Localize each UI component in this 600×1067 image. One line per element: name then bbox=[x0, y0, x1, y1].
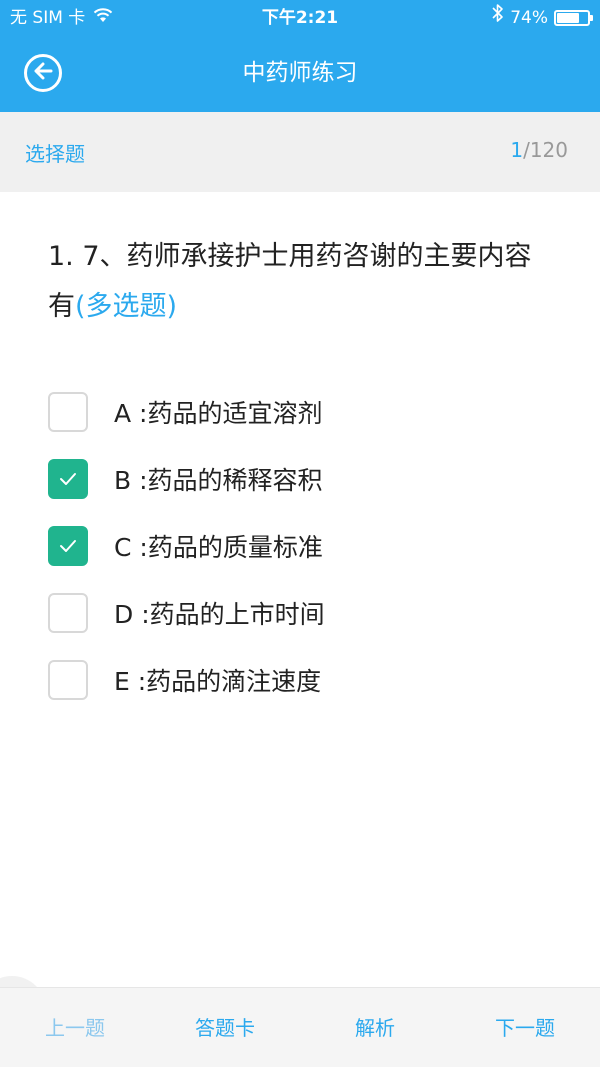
next-question-button[interactable]: 下一题 bbox=[450, 988, 600, 1067]
option-e-label: E :药品的滴注速度 bbox=[114, 666, 322, 696]
option-d-checkbox[interactable] bbox=[48, 592, 88, 633]
app-header: 无 SIM 卡 下午2:21 74% 中药师练习 bbox=[0, 0, 600, 112]
option-d[interactable]: D :药品的上市时间 bbox=[48, 579, 568, 646]
question-text: 1. 7、药师承接护士用药咨谢的主要内容有(多选题) bbox=[48, 232, 558, 332]
bottom-toolbar: 上一题 答题卡 解析 下一题 bbox=[0, 987, 600, 1067]
question-type-bar: 选择题 1/120 bbox=[0, 112, 600, 192]
checkmark-icon bbox=[60, 472, 76, 485]
page-title: 中药师练习 bbox=[242, 60, 358, 86]
answer-card-button[interactable]: 答题卡 bbox=[150, 988, 300, 1067]
checkmark-icon bbox=[60, 539, 76, 552]
option-e[interactable]: E :药品的滴注速度 bbox=[48, 646, 568, 713]
option-b-label: B :药品的稀释容积 bbox=[114, 465, 323, 495]
option-a-label: A :药品的适宜溶剂 bbox=[114, 398, 323, 428]
explanation-button[interactable]: 解析 bbox=[300, 988, 450, 1067]
option-b[interactable]: B :药品的稀释容积 bbox=[48, 445, 568, 512]
battery-percent: 74% bbox=[510, 8, 548, 28]
total-questions: /120 bbox=[523, 138, 568, 162]
option-a[interactable]: A :药品的适宜溶剂 bbox=[48, 378, 568, 445]
option-c[interactable]: C :药品的质量标准 bbox=[48, 512, 568, 579]
option-b-checkbox[interactable] bbox=[48, 458, 88, 499]
status-right: 74% bbox=[492, 0, 593, 36]
question-progress: 1/120 bbox=[510, 138, 568, 162]
current-question-number: 1 bbox=[510, 138, 524, 162]
option-c-checkbox[interactable] bbox=[48, 525, 88, 566]
option-e-checkbox[interactable] bbox=[48, 659, 88, 700]
status-bar: 无 SIM 卡 下午2:21 74% bbox=[0, 0, 600, 36]
option-d-label: D :药品的上市时间 bbox=[114, 599, 325, 629]
option-c-label: C :药品的质量标准 bbox=[114, 532, 323, 562]
question-tag: (多选题) bbox=[75, 291, 178, 322]
options-list: A :药品的适宜溶剂 B :药品的稀释容积 C :药品的质量标准 D :药品的上… bbox=[48, 378, 568, 713]
question-type-label: 选择题 bbox=[25, 142, 85, 166]
prev-question-button[interactable]: 上一题 bbox=[0, 988, 150, 1067]
option-a-checkbox[interactable] bbox=[48, 391, 88, 432]
bluetooth-icon bbox=[492, 0, 504, 36]
battery-icon bbox=[554, 10, 593, 26]
